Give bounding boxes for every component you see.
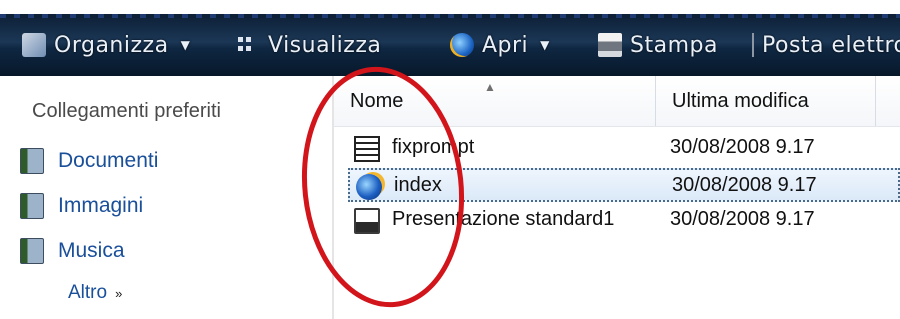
view-label: Visualizza: [268, 32, 382, 58]
ie-document-icon: [356, 174, 382, 200]
sidebar-item-label: Musica: [58, 239, 125, 262]
list-item[interactable]: index 30/08/2008 9.17: [348, 168, 900, 202]
file-modified: 30/08/2008 9.17: [670, 208, 815, 230]
file-modified: 30/08/2008 9.17: [670, 136, 815, 158]
sort-ascending-icon: ▲: [484, 80, 496, 94]
sidebar-item-musica[interactable]: Musica: [20, 236, 125, 266]
open-label: Apri: [482, 32, 529, 58]
mail-icon: [752, 33, 754, 57]
documents-folder-icon: [20, 148, 44, 174]
more-links-button[interactable]: Altro »: [68, 282, 122, 304]
file-name: index: [394, 174, 442, 196]
chevron-down-icon: ▼: [540, 38, 550, 52]
header-divider: [334, 126, 900, 127]
open-button[interactable]: Apri ▼: [450, 30, 550, 60]
column-header-modified[interactable]: Ultima modifica: [656, 76, 876, 126]
internet-explorer-icon: [450, 33, 474, 57]
favorites-title: Collegamenti preferiti: [32, 100, 221, 122]
column-header-name[interactable]: Nome ▲: [334, 76, 656, 126]
sidebar-item-documenti[interactable]: Documenti: [20, 146, 158, 176]
organize-label: Organizza: [54, 32, 169, 58]
email-label: Posta elettronica: [762, 32, 900, 58]
file-name: Presentazione standard1: [392, 208, 615, 230]
chevron-down-icon: ▼: [180, 38, 191, 52]
print-label: Stampa: [630, 32, 718, 58]
sidebar-item-label: Documenti: [58, 149, 159, 172]
view-icon: [236, 33, 260, 57]
file-list: Nome ▲ Ultima modifica fixprompt 30/08/2…: [334, 76, 900, 319]
email-button[interactable]: Posta elettronica: [752, 30, 900, 60]
file-name: fixprompt: [392, 136, 475, 158]
printer-icon: [598, 33, 622, 57]
pictures-folder-icon: [20, 193, 44, 219]
print-button[interactable]: Stampa: [598, 30, 718, 60]
column-label: Ultima modifica: [672, 89, 809, 112]
list-item[interactable]: Presentazione standard1 30/08/2008 9.17: [348, 204, 900, 238]
music-folder-icon: [20, 238, 44, 264]
powerpoint-template-icon: [354, 208, 380, 234]
more-label: Altro: [68, 282, 108, 303]
file-modified: 30/08/2008 9.17: [672, 174, 817, 196]
column-header-overflow[interactable]: [876, 76, 900, 126]
command-toolbar: Organizza ▼ Visualizza Apri ▼ Stampa Pos…: [0, 0, 900, 76]
list-item[interactable]: fixprompt 30/08/2008 9.17: [348, 132, 900, 166]
sidebar-item-immagini[interactable]: Immagini: [20, 191, 143, 221]
double-chevron-icon: »: [115, 285, 123, 301]
pif-icon: [354, 136, 380, 162]
organize-button[interactable]: Organizza ▼: [22, 30, 190, 60]
organize-icon: [22, 33, 46, 57]
sidebar-item-label: Immagini: [58, 194, 144, 217]
column-label: Nome: [350, 89, 404, 112]
view-button[interactable]: Visualizza: [236, 30, 381, 60]
favorites-pane: Collegamenti preferiti Documenti Immagin…: [0, 76, 332, 319]
